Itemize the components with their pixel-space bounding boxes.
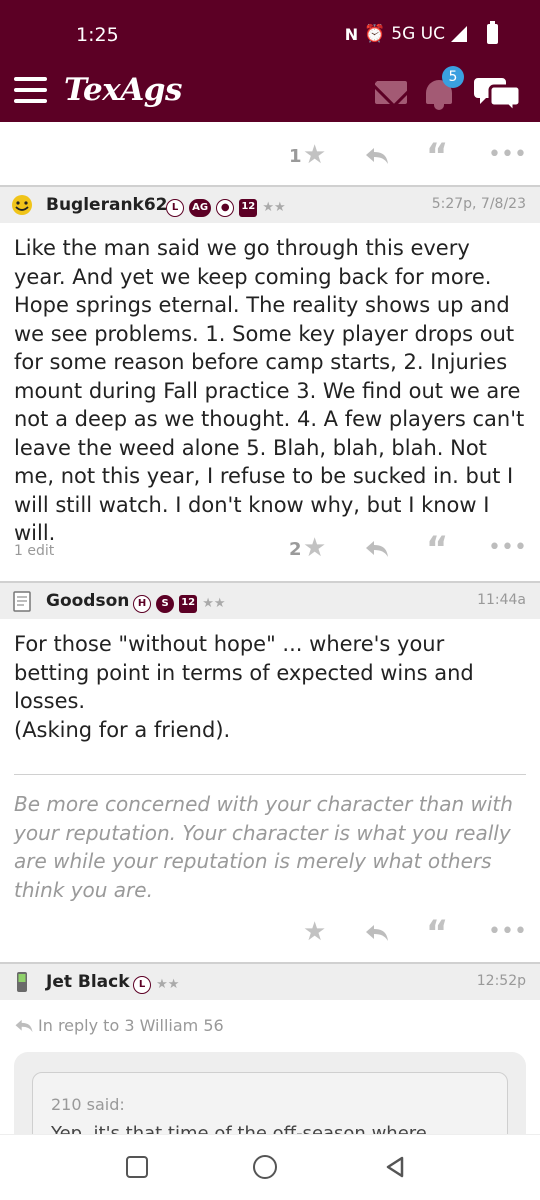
reply-icon[interactable] <box>364 146 390 166</box>
system-nav-bar <box>0 1134 540 1200</box>
badge-emblem: ● <box>216 198 235 217</box>
phone-avatar-icon[interactable] <box>10 970 34 994</box>
status-time: 1:25 <box>76 24 119 46</box>
badge-12: 12 <box>179 594 198 613</box>
user-stars: ★★ <box>202 596 226 611</box>
more-icon[interactable]: ••• <box>488 535 527 560</box>
recents-button[interactable] <box>126 1156 148 1178</box>
thread-content[interactable]: 1 ★ “ ••• Buglerank62 L AG ● 12 ★★ 5:27p… <box>0 122 540 1134</box>
post-time: 12:52p <box>476 973 526 989</box>
more-icon[interactable]: ••• <box>488 142 527 167</box>
post-body-line: For those "without hope" ... where's you… <box>14 632 474 713</box>
mail-icon[interactable] <box>375 81 407 104</box>
reply-arrow-icon <box>15 1019 33 1033</box>
badge-h: H <box>133 594 151 613</box>
nfc-icon: N <box>344 24 359 44</box>
star-icon[interactable]: ★ <box>303 533 326 563</box>
notification-badge[interactable]: 5 <box>442 66 464 88</box>
username[interactable]: Jet Black <box>46 972 130 992</box>
rating-count: 2 <box>289 539 302 560</box>
texags-logo[interactable]: TexAgs <box>64 72 182 108</box>
battery-icon <box>487 21 498 44</box>
quote-block: 210 said: Yep, it's that time of the off… <box>14 1052 526 1134</box>
chat-icon[interactable] <box>474 74 522 110</box>
user-stars: ★★ <box>156 977 180 992</box>
signature: Be more concerned with your character th… <box>14 792 513 902</box>
post-body: Like the man said we go through this eve… <box>14 236 525 545</box>
post-body-line: (Asking for a friend). <box>14 718 231 742</box>
signal-icon <box>451 26 467 42</box>
more-icon[interactable]: ••• <box>488 919 527 944</box>
status-bar: 1:25 N ⏰ 5G UC <box>0 0 540 60</box>
post-time: 11:44a <box>477 592 526 608</box>
user-stars: ★★ <box>262 200 286 215</box>
rating-count: 1 <box>289 146 302 167</box>
badge-l: L <box>166 198 184 217</box>
badge-ag: AG <box>189 198 212 217</box>
post-time: 5:27p, 7/8/23 <box>431 196 526 212</box>
quote-label: 210 said: <box>51 1095 125 1114</box>
badge-12: 12 <box>239 198 258 217</box>
quote-text: Yep, it's that time of the off-season wh… <box>51 1123 427 1134</box>
post-header: Goodson H S 12 ★★ 11:44a <box>0 581 540 619</box>
reply-to-link[interactable]: In reply to 3 William 56 <box>38 1016 224 1035</box>
quote-icon[interactable]: “ <box>426 136 448 176</box>
star-icon[interactable]: ★ <box>303 917 326 947</box>
avatar-icon[interactable] <box>10 193 34 217</box>
signature-divider <box>14 774 526 775</box>
username[interactable]: Goodson <box>46 591 129 611</box>
user-badges: L ★★ <box>133 974 179 994</box>
post-header: Jet Black L ★★ 12:52p <box>0 962 540 1000</box>
star-icon[interactable]: ★ <box>303 140 326 170</box>
home-button[interactable] <box>253 1155 277 1179</box>
quoted-post[interactable]: 210 said: Yep, it's that time of the off… <box>32 1072 508 1134</box>
user-badges: H S 12 ★★ <box>133 593 226 613</box>
back-button[interactable] <box>383 1155 407 1179</box>
reply-icon[interactable] <box>364 539 390 559</box>
username[interactable]: Buglerank62 <box>46 195 168 215</box>
notepad-avatar-icon[interactable] <box>10 589 34 613</box>
quote-icon[interactable]: “ <box>426 913 448 953</box>
edit-count[interactable]: 1 edit <box>14 543 54 559</box>
network-label: 5G UC <box>391 24 445 44</box>
badge-s: S <box>156 594 175 613</box>
status-icons: N ⏰ 5G UC <box>344 21 498 44</box>
user-badges: L AG ● 12 ★★ <box>166 197 286 217</box>
badge-l: L <box>133 975 151 994</box>
menu-icon[interactable] <box>14 77 47 103</box>
quote-icon[interactable]: “ <box>426 529 448 569</box>
reply-icon[interactable] <box>364 923 390 943</box>
post-header: Buglerank62 L AG ● 12 ★★ 5:27p, 7/8/23 <box>0 185 540 223</box>
alarm-icon: ⏰ <box>364 24 386 44</box>
